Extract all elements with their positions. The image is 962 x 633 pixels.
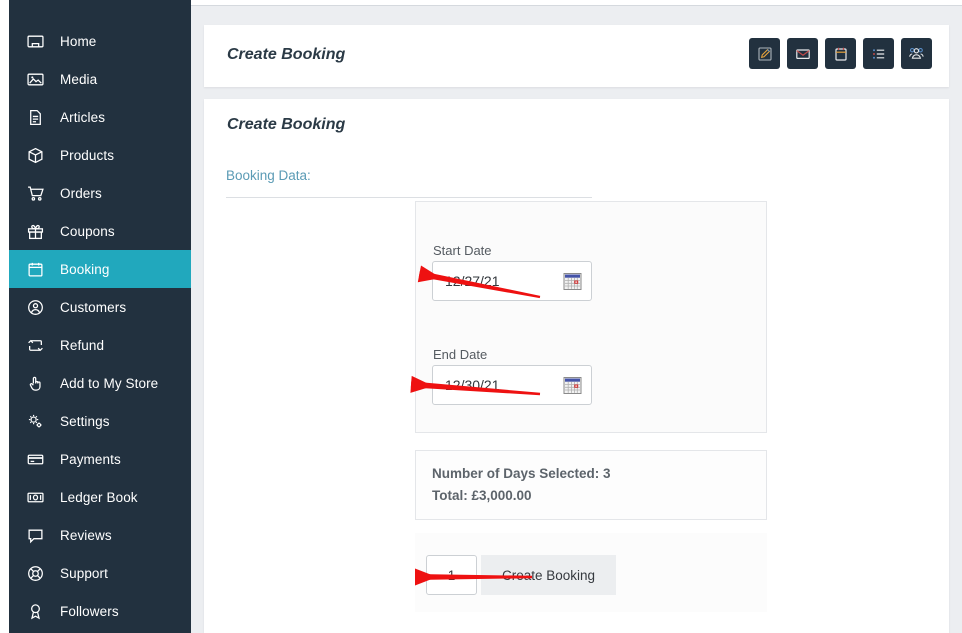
create-booking-button[interactable]: Create Booking — [481, 555, 616, 595]
sidebar-item-coupons[interactable]: Coupons — [9, 212, 191, 250]
list-icon — [871, 46, 887, 62]
page-header-card: Create Booking — [204, 25, 949, 87]
sidebar-item-label: Home — [60, 33, 97, 49]
sidebar-item-refund[interactable]: Refund — [9, 326, 191, 364]
sidebar-item-label: Ledger Book — [60, 489, 138, 505]
box-icon — [22, 147, 48, 164]
sidebar-item-products[interactable]: Products — [9, 136, 191, 174]
comment-icon — [22, 527, 48, 544]
sidebar-item-support[interactable]: Support — [9, 554, 191, 592]
gears-icon — [22, 413, 48, 430]
sidebar-item-label: Products — [60, 147, 115, 163]
app-root: Home Media Articles Products Orders Coup… — [0, 0, 962, 633]
calendar-button[interactable] — [825, 38, 856, 69]
users-group-icon — [908, 45, 925, 62]
sidebar-item-label: Support — [60, 565, 108, 581]
sidebar-item-label: Reviews — [60, 527, 112, 543]
end-date-value: 12/30/21 — [445, 377, 500, 393]
sidebar-item-label: Refund — [60, 337, 105, 353]
sidebar-item-label: Payments — [60, 451, 121, 467]
sidebar-item-followers[interactable]: Followers — [9, 592, 191, 630]
top-strip — [191, 0, 962, 6]
sidebar-item-label: Followers — [60, 603, 119, 619]
sidebar-item-label: Settings — [60, 413, 110, 429]
money-bill-icon — [22, 489, 48, 506]
content-area: Create Booking Create Booking Booking Da… — [191, 0, 962, 633]
envelope-icon — [795, 46, 811, 62]
sidebar-item-label: Articles — [60, 109, 106, 125]
header-toolbar — [749, 38, 932, 69]
start-date-input[interactable]: 12/27/21 — [432, 261, 592, 301]
sidebar-item-articles[interactable]: Articles — [9, 98, 191, 136]
sidebar-item-media[interactable]: Media — [9, 60, 191, 98]
start-date-value: 12/27/21 — [445, 273, 500, 289]
booking-summary-box: Number of Days Selected: 3 Total: £3,000… — [415, 450, 767, 520]
sidebar-item-customers[interactable]: Customers — [9, 288, 191, 326]
sidebar-item-booking[interactable]: Booking — [9, 250, 191, 288]
start-date-label: Start Date — [433, 243, 492, 258]
end-date-calendar-icon[interactable] — [563, 376, 582, 395]
customers-button[interactable] — [901, 38, 932, 69]
sidebar-item-settings[interactable]: Settings — [9, 402, 191, 440]
sidebar-item-reviews[interactable]: Reviews — [9, 516, 191, 554]
total-price-text: Total: £3,000.00 — [432, 488, 532, 503]
gift-icon — [22, 223, 48, 240]
sidebar-item-orders[interactable]: Orders — [9, 174, 191, 212]
quantity-input[interactable] — [426, 555, 477, 595]
list-button[interactable] — [863, 38, 894, 69]
credit-card-icon — [22, 451, 48, 468]
sidebar: Home Media Articles Products Orders Coup… — [9, 0, 191, 633]
main-card-title: Create Booking — [227, 116, 346, 133]
sidebar-item-label: Booking — [60, 261, 110, 277]
sidebar-item-label: Orders — [60, 185, 102, 201]
sidebar-nav-list: Home Media Articles Products Orders Coup… — [9, 0, 191, 630]
edit-button[interactable] — [749, 38, 780, 69]
refund-arrow-icon — [22, 337, 48, 354]
sidebar-item-ledger-book[interactable]: Ledger Book — [9, 478, 191, 516]
booking-date-panel: Start Date 12/27/21 End Date 12/30/21 — [415, 201, 767, 433]
sidebar-item-label: Add to My Store — [60, 375, 159, 391]
sidebar-item-home[interactable]: Home — [9, 22, 191, 60]
pencil-square-icon — [757, 46, 773, 62]
sidebar-item-label: Coupons — [60, 223, 115, 239]
lifebuoy-icon — [22, 565, 48, 582]
sidebar-item-label: Media — [60, 71, 98, 87]
end-date-label: End Date — [433, 347, 488, 362]
booking-action-row: Create Booking — [415, 533, 767, 612]
home-icon — [22, 33, 48, 50]
sidebar-item-payments[interactable]: Payments — [9, 440, 191, 478]
calendar-icon — [22, 261, 48, 278]
days-selected-text: Number of Days Selected: 3 — [432, 466, 611, 481]
end-date-input[interactable]: 12/30/21 — [432, 365, 592, 405]
sidebar-item-label: Customers — [60, 299, 127, 315]
tab-bar: Booking Data: — [226, 167, 592, 198]
award-ribbon-icon — [22, 603, 48, 620]
hand-pointer-icon — [22, 375, 48, 392]
document-icon — [22, 109, 48, 126]
page-title: Create Booking — [227, 46, 346, 63]
sidebar-item-add-to-my-store[interactable]: Add to My Store — [9, 364, 191, 402]
cart-icon — [22, 185, 48, 202]
start-date-calendar-icon[interactable] — [563, 272, 582, 291]
mail-button[interactable] — [787, 38, 818, 69]
user-circle-icon — [22, 299, 48, 316]
calendar-icon — [833, 46, 849, 62]
tab-booking-data[interactable]: Booking Data: — [226, 168, 311, 183]
image-icon — [22, 71, 48, 88]
